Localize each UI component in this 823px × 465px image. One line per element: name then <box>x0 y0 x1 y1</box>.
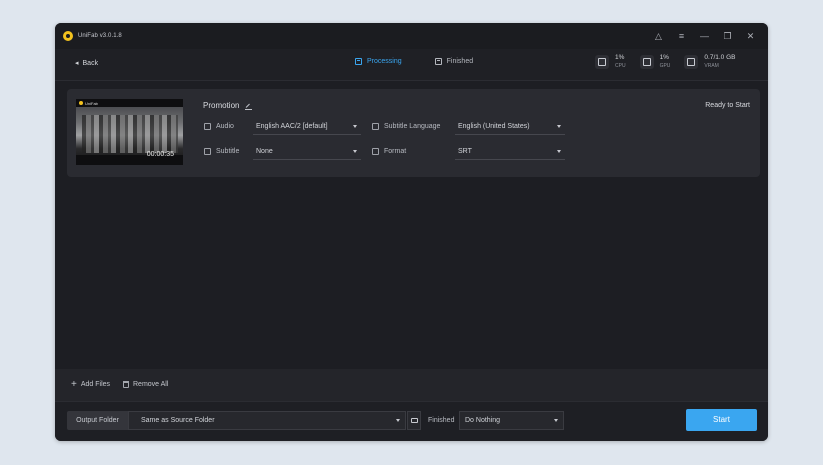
cpu-stat: 1% CPU <box>595 53 626 71</box>
gpu-icon <box>639 55 654 69</box>
audio-field-label: Audio <box>204 123 234 130</box>
task-title-text: Promotion <box>203 101 240 110</box>
back-button[interactable]: ◂ Back <box>75 59 99 68</box>
title-bar: UniFab v3.0.1.8 △ ≡ — ❐ ✕ <box>55 23 768 49</box>
format-field-label: Format <box>372 148 406 155</box>
start-button[interactable]: Start <box>686 409 757 431</box>
chevron-down-icon <box>557 125 561 128</box>
subtitle-select[interactable]: None <box>253 146 361 160</box>
cpu-value: 1% <box>615 54 625 61</box>
unifab-logo-icon <box>63 31 73 41</box>
video-thumbnail[interactable]: UniFab 00:00:35 <box>76 99 183 165</box>
task-list: UniFab 00:00:35 Promotion Ready to Start… <box>55 81 768 369</box>
chevron-down-icon <box>396 419 400 422</box>
app-title: UniFab v3.0.1.8 <box>78 33 122 39</box>
video-duration: 00:00:35 <box>146 151 174 158</box>
vram-label: VRAM <box>704 63 719 69</box>
toolbar: ◂ Back Processing Finished 1% CPU 1% GPU… <box>55 49 768 81</box>
chevron-left-icon: ◂ <box>75 60 79 67</box>
subtitle-icon <box>204 148 211 155</box>
gpu-value: 1% <box>659 54 669 61</box>
trash-icon <box>123 381 129 388</box>
format-icon <box>372 148 379 155</box>
tab-finished[interactable]: Finished <box>434 58 474 65</box>
gpu-stat: 1% GPU <box>639 53 671 71</box>
browse-folder-button[interactable] <box>407 411 421 430</box>
audio-select[interactable]: English AAC/2 [default] <box>253 121 361 135</box>
chevron-down-icon <box>554 419 558 422</box>
window-controls: △ ≡ — ❐ ✕ <box>647 23 762 49</box>
finished-action-label: Finished <box>428 417 455 424</box>
cpu-label: CPU <box>615 63 626 69</box>
footer-bar: Output Folder Same as Source Folder Fini… <box>55 401 768 441</box>
folder-icon <box>410 418 418 423</box>
shirt-icon[interactable]: △ <box>647 23 670 49</box>
format-select[interactable]: SRT <box>455 146 565 160</box>
language-icon <box>372 123 379 130</box>
edit-icon[interactable] <box>245 102 253 110</box>
chevron-down-icon <box>557 150 561 153</box>
processing-icon <box>355 58 362 65</box>
task-item: UniFab 00:00:35 Promotion Ready to Start… <box>67 89 760 177</box>
chevron-down-icon <box>353 150 357 153</box>
thumbnail-logo-icon <box>79 101 83 105</box>
app-window: UniFab v3.0.1.8 △ ≡ — ❐ ✕ ◂ Back Process… <box>55 23 768 441</box>
close-icon[interactable]: ✕ <box>739 23 762 49</box>
vram-icon <box>684 55 699 69</box>
chevron-down-icon <box>353 125 357 128</box>
minimize-icon[interactable]: — <box>693 23 716 49</box>
tab-bar: Processing Finished <box>355 58 473 65</box>
tab-processing[interactable]: Processing <box>355 58 402 65</box>
resource-stats: 1% CPU 1% GPU 0.7/1.0 GB VRAM <box>595 53 735 71</box>
menu-icon[interactable]: ≡ <box>670 23 693 49</box>
subtitle-field-label: Subtitle <box>204 148 239 155</box>
cpu-icon <box>595 55 609 69</box>
finished-action-select[interactable]: Do Nothing <box>459 411 564 430</box>
gpu-label: GPU <box>659 63 671 69</box>
file-actions-bar: + Add Files Remove All <box>55 369 768 401</box>
vram-stat: 0.7/1.0 GB VRAM <box>684 53 735 71</box>
back-label: Back <box>82 59 99 67</box>
add-files-button[interactable]: + Add Files <box>71 379 110 390</box>
thumbnail-brand: UniFab <box>85 100 98 106</box>
task-status: Ready to Start <box>705 102 750 109</box>
remove-all-button[interactable]: Remove All <box>123 381 168 388</box>
finished-icon <box>434 58 442 65</box>
restore-icon[interactable]: ❐ <box>716 23 739 49</box>
vram-value: 0.7/1.0 GB <box>704 54 736 61</box>
output-folder-label: Output Folder <box>67 411 128 430</box>
subtitle-language-select[interactable]: English (United States) <box>455 121 565 135</box>
subtitle-language-field-label: Subtitle Language <box>372 123 440 130</box>
plus-icon: + <box>71 379 77 390</box>
output-folder-select[interactable]: Same as Source Folder <box>128 411 406 430</box>
tab-processing-label: Processing <box>367 58 402 65</box>
microphone-icon <box>204 123 211 130</box>
task-title: Promotion <box>203 101 253 110</box>
tab-finished-label: Finished <box>446 58 474 65</box>
